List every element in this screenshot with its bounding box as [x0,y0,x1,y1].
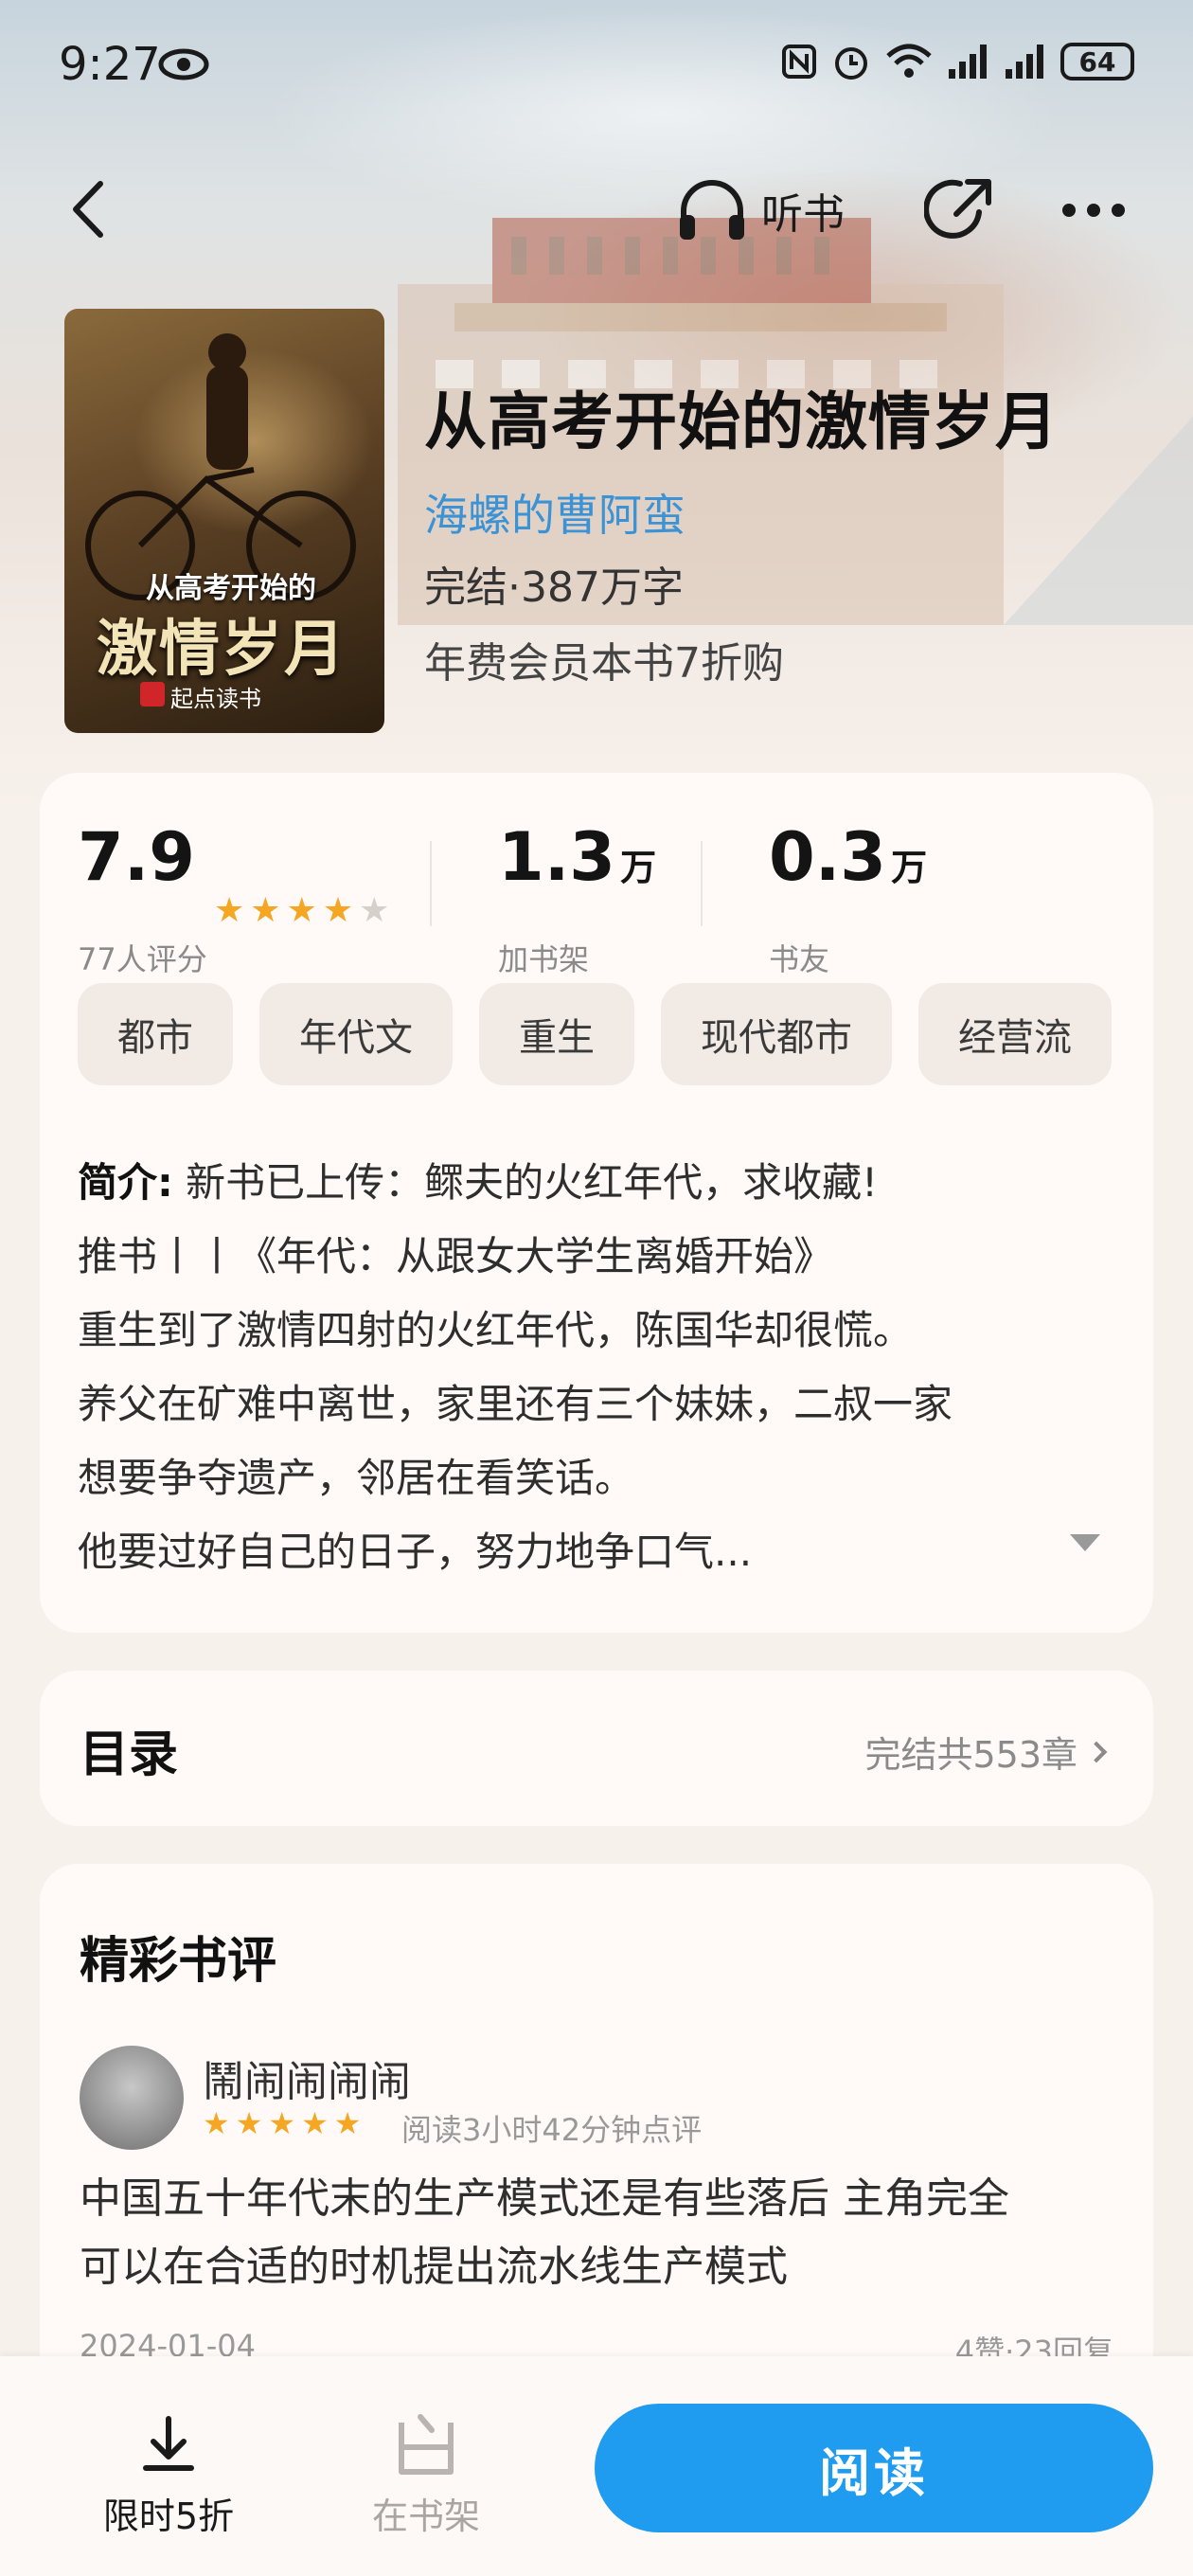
tag-chip[interactable]: 都市 [78,983,233,1085]
chevron-right-icon [1085,1741,1108,1762]
friends-unit: 万 [891,847,928,888]
status-icons: 64 [780,42,1134,81]
toc-summary: 完结共553章 [864,1726,1108,1778]
review-text[interactable]: 中国五十年代末的生产模式还是有些落后 主角完全 可以在合适的时机提出流水线生产模… [80,2165,1121,2301]
publisher-logo [140,682,165,707]
intro-line: 新书已上传：鳏夫的火红年代，求收藏! [186,1159,878,1206]
rating-count: 77人评分 [78,941,207,977]
book-status: 完结·387万字 [424,564,684,612]
book-intro[interactable]: 简介: 新书已上传：鳏夫的火红年代，求收藏! 推书丨丨《年代：从跟女大学生离婚开… [78,1146,1119,1589]
battery-indicator: 64 [1060,43,1134,80]
star-icon: ★ [301,2105,329,2141]
more-options-icon[interactable] [1062,193,1138,227]
shelf-button[interactable]: 在书架 [331,2413,521,2539]
discount-button[interactable]: 限时5折 [74,2413,263,2539]
toc-summary-label: 完结共553章 [864,1734,1077,1776]
intro-label: 简介: [78,1159,173,1206]
tag-chip[interactable]: 重生 [479,983,634,1085]
expand-triangle-icon[interactable] [1070,1534,1100,1551]
star-icon: ★ [268,2105,296,2141]
friends-count: 0.3 [769,818,887,896]
author-link[interactable]: 海螺的曹阿蛮 [424,481,686,544]
cover-title: 激情岁月 [97,615,347,685]
discount-label: 限时5折 [102,2496,235,2537]
star-icon: ★ [203,2105,230,2141]
rating-stars: ★ ★ ★ ★ ★ [214,894,389,928]
star-icon: ★ [322,891,354,930]
eye-icon [158,48,209,80]
download-icon [143,2416,194,2471]
intro-line: 重生到了激情四射的火红年代，陈国华却很慌。 [78,1307,914,1353]
review-text-line: 可以在合适的时机提出流水线生产模式 [80,2243,788,2291]
intro-line: 他要过好自己的日子，努力地争口气... [78,1529,753,1575]
star-icon: ★ [214,891,245,930]
bottom-action-bar: 限时5折 在书架 阅读 [0,2356,1193,2576]
star-icon: ★ [286,891,317,930]
cover-publisher: 起点读书 [170,686,261,712]
book-title: 从高考开始的激情岁月 [424,385,1059,458]
membership-promo[interactable]: 年费会员本书7折购 [424,629,784,689]
shelf-count: 1.3 [498,818,616,896]
friends-stat[interactable]: 0.3 万 书友 [769,818,928,977]
review-stars: ★ ★ ★ ★ ★ [203,2106,361,2140]
wifi-icon [886,44,932,78]
signal-icon-2 [1006,45,1043,79]
shelf-unit: 万 [620,847,657,888]
shelf-stat: 1.3 万 加书架 [498,818,657,977]
status-bar: 9:27 64 [0,0,1193,133]
read-button[interactable]: 阅读 [595,2404,1153,2532]
tag-chip[interactable]: 经营流 [918,983,1112,1085]
review-meta: 阅读3小时42分钟点评 [401,2112,703,2148]
signal-icon [949,45,987,79]
tag-list: 都市 年代文 重生 现代都市 经营流 [78,983,1112,1085]
book-cover[interactable]: 从高考开始的 激情岁月 起点读书 [64,309,384,733]
toc-card[interactable]: 目录 完结共553章 [40,1671,1153,1826]
rating-stat[interactable]: 7.9 ★ ★ ★ ★ ★ 77人评分 [78,818,389,977]
divider [701,841,703,926]
listen-button[interactable]: 听书 [676,172,845,248]
share-icon[interactable] [924,174,996,246]
tag-chip[interactable]: 年代文 [259,983,453,1085]
star-icon: ★ [333,2105,362,2141]
avatar[interactable] [80,2046,184,2150]
rating-value: 7.9 [78,818,196,896]
reviewer-name[interactable]: 鬧闹闹闹闹 [203,2048,411,2108]
reviews-title: 精彩书评 [80,1933,277,1990]
alarm-icon [835,47,867,80]
back-button[interactable] [62,176,119,242]
intro-line: 想要争夺遗产，邻居在看笑话。 [78,1455,635,1501]
bookshelf-icon [399,2414,454,2475]
star-icon: ★ [250,891,281,930]
review-text-line: 中国五十年代末的生产模式还是有些落后 主角完全 [80,2174,1009,2223]
intro-line: 养父在矿难中离世，家里还有三个妹妹，二叔一家 [78,1381,953,1427]
divider [430,841,432,926]
listen-label: 听书 [761,190,845,239]
book-info-card: 7.9 ★ ★ ★ ★ ★ 77人评分 1.3 万 加书架 0.3 万 书友 都… [40,773,1153,1633]
headphones-icon [680,180,744,240]
intro-line: 推书丨丨《年代：从跟女大学生离婚开始》 [78,1233,834,1279]
tag-chip[interactable]: 现代都市 [661,983,892,1085]
friends-label: 书友 [769,941,830,977]
shelf-label: 在书架 [371,2496,480,2537]
status-time: 9:27 [59,38,161,91]
nfc-icon [782,45,816,79]
toc-title: 目录 [80,1726,179,1783]
star-icon: ★ [235,2105,263,2141]
star-icon: ★ [359,891,390,930]
shelf-label: 加书架 [498,941,590,977]
